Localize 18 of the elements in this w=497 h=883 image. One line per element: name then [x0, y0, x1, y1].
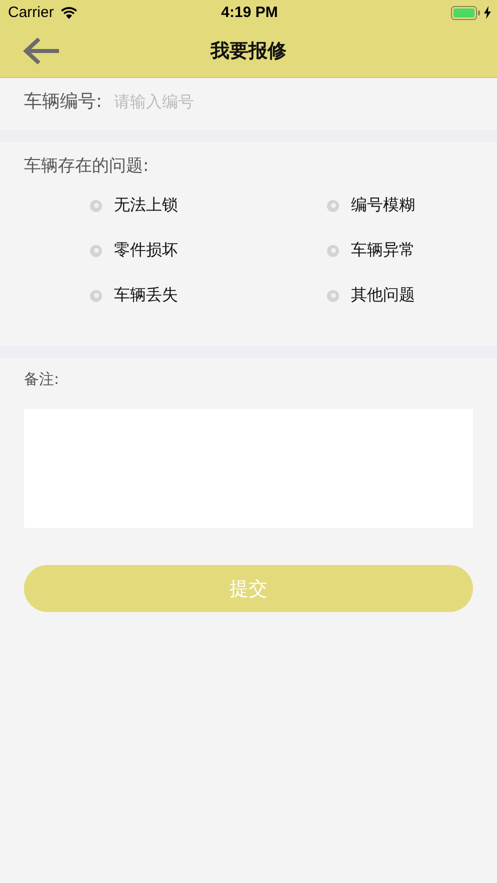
back-button[interactable]: [22, 35, 62, 67]
problem-option[interactable]: 车辆异常: [327, 240, 415, 261]
page-title: 我要报修: [210, 39, 286, 64]
status-time: 4:19 PM: [221, 4, 278, 21]
problem-option[interactable]: 零件损坏: [90, 240, 178, 261]
section-label: 车辆存在的问题:: [24, 156, 149, 176]
wifi-icon: [60, 6, 78, 19]
field-label: 车辆编号:: [24, 90, 102, 113]
problem-option[interactable]: 其他问题: [327, 285, 415, 306]
problem-option[interactable]: 编号模糊: [327, 195, 415, 216]
carrier-name: Carrier: [8, 4, 54, 21]
battery-icon: [451, 6, 482, 20]
charging-icon: [484, 6, 492, 19]
vehicle-number-field[interactable]: 请输入编号: [114, 92, 473, 110]
problem-option[interactable]: 无法上锁: [90, 195, 178, 216]
section-label: 备注:: [24, 370, 60, 389]
back-arrow-icon: [23, 36, 61, 66]
problem-option[interactable]: 车辆丢失: [90, 285, 178, 306]
